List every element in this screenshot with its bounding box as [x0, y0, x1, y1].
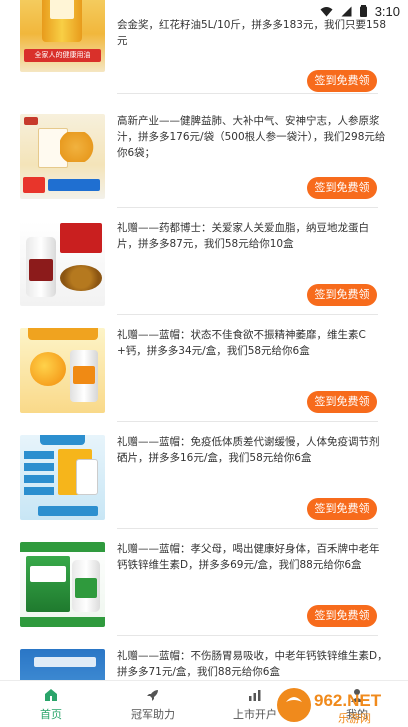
product-image[interactable]	[20, 435, 105, 520]
product-description: 礼赠——蓝帽：孝父母，喝出健康好身体，百禾牌中老年钙铁锌维生素D，拼多多69元/…	[117, 543, 380, 571]
nav-item-home[interactable]: 首页	[0, 681, 102, 727]
product-image[interactable]	[20, 328, 105, 413]
product-description: 礼赠——药都博士：关爱家人关爱血脂，纳豆地龙蛋白片，拼多多87元，我们58元给你…	[117, 222, 369, 250]
list-item[interactable]: 礼赠——药都博士：关爱家人关爱血脂，纳豆地龙蛋白片，拼多多87元，我们58元给你…	[0, 208, 408, 315]
watermark-text: 962.NET	[314, 691, 382, 710]
list-item[interactable]: 高新产业——健脾益肺、大补中气、安神宁志，人参原浆汁，拼多多176元/袋（500…	[0, 101, 408, 208]
nav-label: 冠军助力	[131, 707, 175, 721]
battery-icon	[359, 5, 367, 17]
list-item[interactable]: 礼赠——蓝帽：状态不佳食欲不振精神萎靡，维生素C+钙，拼多多34元/盒，我们58…	[0, 315, 408, 422]
status-bar: 3:10	[0, 0, 408, 22]
rocket-icon	[147, 689, 158, 701]
claim-button[interactable]: 签到免费领	[307, 391, 377, 413]
product-image-caption: 全家人的健康用油	[24, 49, 101, 62]
product-list[interactable]: 全家人的健康用油 会金奖，红花籽油5L/10斤，拼多多183元，我们只要158元…	[0, 0, 408, 680]
claim-button[interactable]: 签到免费领	[307, 177, 377, 199]
watermark-logo: 962.NET 乐游网	[277, 688, 382, 725]
status-time: 3:10	[374, 3, 400, 19]
wifi-icon	[320, 6, 333, 16]
claim-button[interactable]: 签到免费领	[307, 605, 377, 627]
claim-button[interactable]: 签到免费领	[307, 498, 377, 520]
list-item[interactable]: 礼赠——蓝帽：孝父母，喝出健康好身体，百禾牌中老年钙铁锌维生素D，拼多多69元/…	[0, 529, 408, 636]
signal-icon	[341, 6, 352, 16]
product-image[interactable]	[20, 649, 105, 680]
chart-icon	[249, 689, 261, 701]
claim-button[interactable]: 签到免费领	[307, 284, 377, 306]
product-image[interactable]	[20, 542, 105, 627]
product-image[interactable]	[20, 221, 105, 306]
product-description: 礼赠——蓝帽：免疫低体质差代谢缓慢，人体免疫调节剂硒片，拼多多16元/盒，我们5…	[117, 436, 380, 464]
nav-label: 首页	[40, 707, 62, 721]
list-item[interactable]: 礼赠——蓝帽：免疫低体质差代谢缓慢，人体免疫调节剂硒片，拼多多16元/盒，我们5…	[0, 422, 408, 529]
product-description: 礼赠——蓝帽：不伤肠胃易吸收，中老年钙铁锌维生素D，拼多多71元/盒，我们88元…	[117, 650, 388, 678]
product-description: 高新产业——健脾益肺、大补中气、安神宁志，人参原浆汁，拼多多176元/袋（500…	[117, 115, 386, 159]
product-image[interactable]	[20, 114, 105, 199]
list-item[interactable]: 礼赠——蓝帽：不伤肠胃易吸收，中老年钙铁锌维生素D，拼多多71元/盒，我们88元…	[0, 636, 408, 680]
nav-item-champion[interactable]: 冠军助力	[102, 681, 204, 727]
watermark-subtext: 乐游网	[338, 712, 371, 725]
claim-button[interactable]: 签到免费领	[307, 70, 377, 92]
nav-label: 上市开户	[233, 707, 277, 721]
home-icon	[45, 688, 57, 701]
product-description: 礼赠——蓝帽：状态不佳食欲不振精神萎靡，维生素C+钙，拼多多34元/盒，我们58…	[117, 329, 366, 357]
divider	[117, 93, 378, 94]
